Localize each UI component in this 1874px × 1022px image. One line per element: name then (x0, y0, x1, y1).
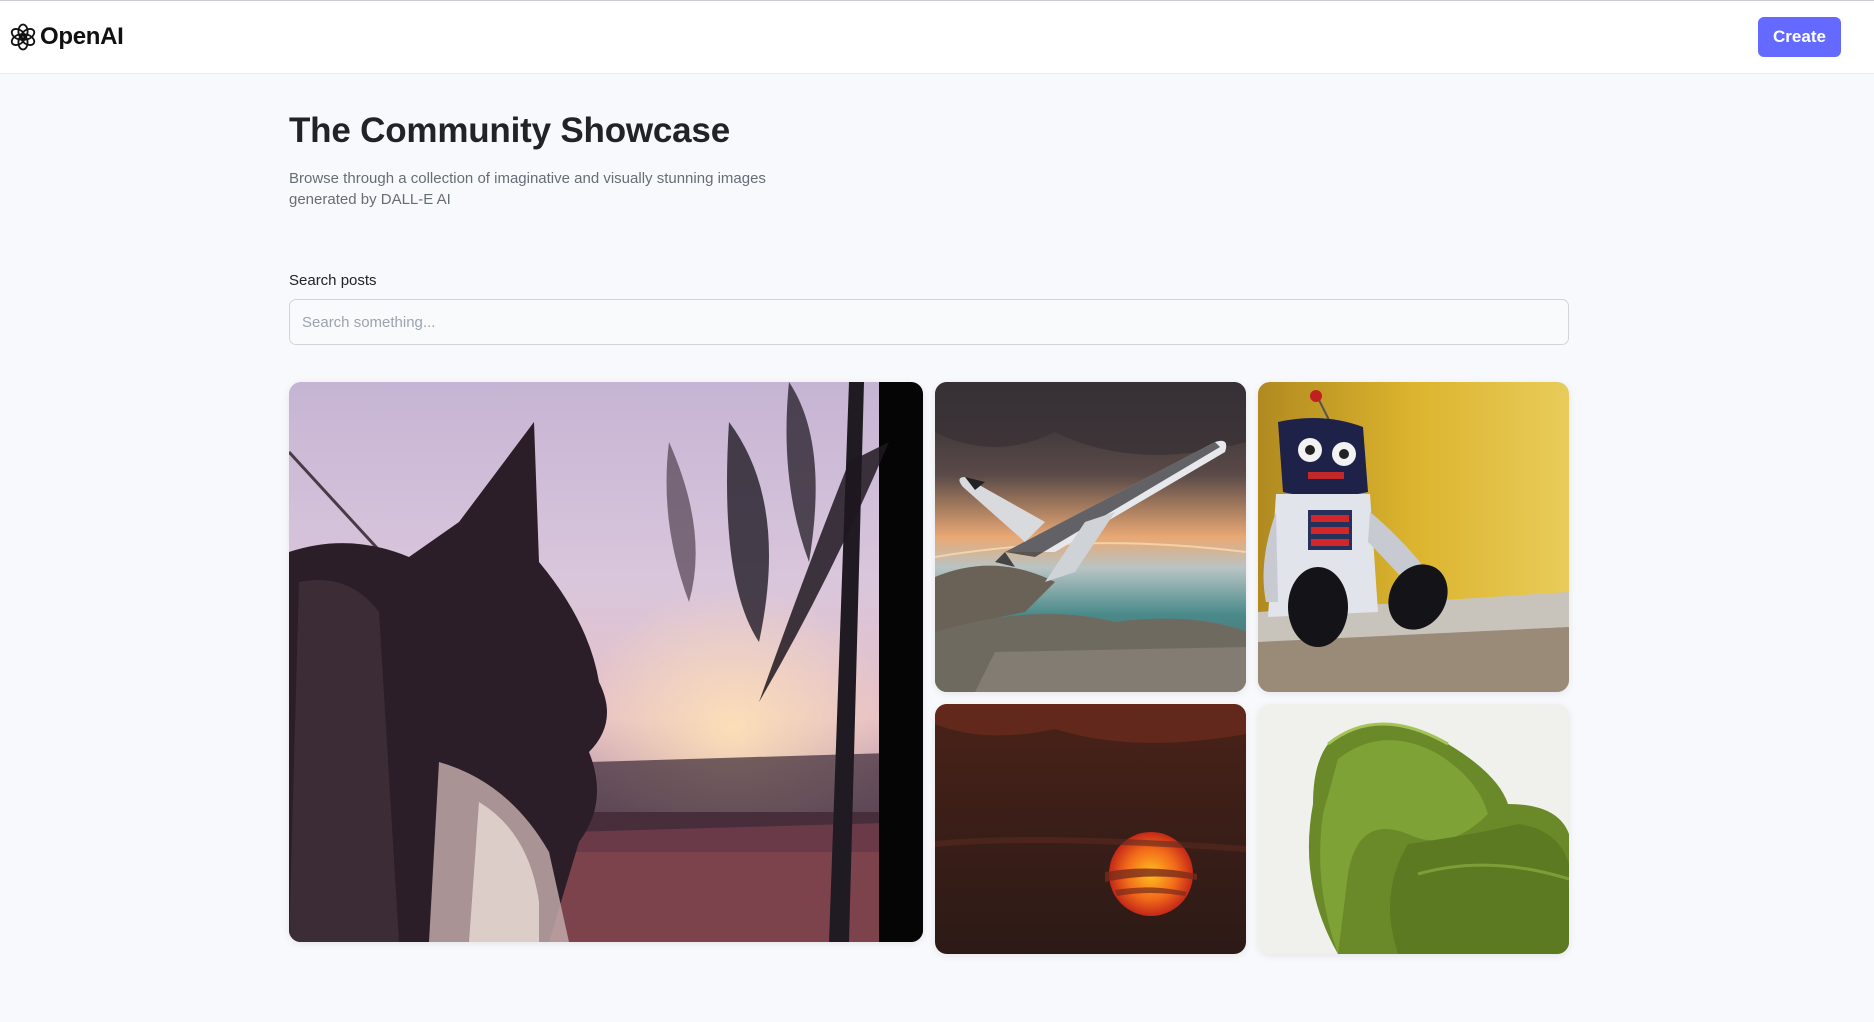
openai-knot-icon (10, 23, 36, 51)
cat-sunset-image (289, 382, 923, 942)
logo-text: OpenAI (40, 23, 124, 50)
create-button[interactable]: Create (1758, 17, 1841, 57)
top-navbar: OpenAI Create (0, 0, 1874, 74)
gallery-card-shuttle[interactable] (935, 382, 1246, 692)
space-shuttle-image (935, 382, 1246, 692)
image-gallery (289, 382, 1569, 1022)
gallery-card-sun[interactable] (935, 704, 1246, 954)
green-armchair-image (1258, 704, 1569, 954)
page-title: The Community Showcase (289, 111, 730, 150)
page-subtitle: Browse through a collection of imaginati… (289, 170, 766, 208)
search-label: Search posts (289, 272, 377, 289)
logo[interactable]: OpenAI (8, 22, 124, 52)
plush-robot-image (1258, 382, 1569, 692)
gallery-card-robot[interactable] (1258, 382, 1569, 692)
gallery-card-armchair[interactable] (1258, 704, 1569, 954)
gallery-card-cat[interactable] (289, 382, 923, 942)
red-sun-image (935, 704, 1246, 954)
search-input[interactable] (289, 299, 1569, 345)
main-content: The Community Showcase Browse through a … (289, 74, 1569, 954)
